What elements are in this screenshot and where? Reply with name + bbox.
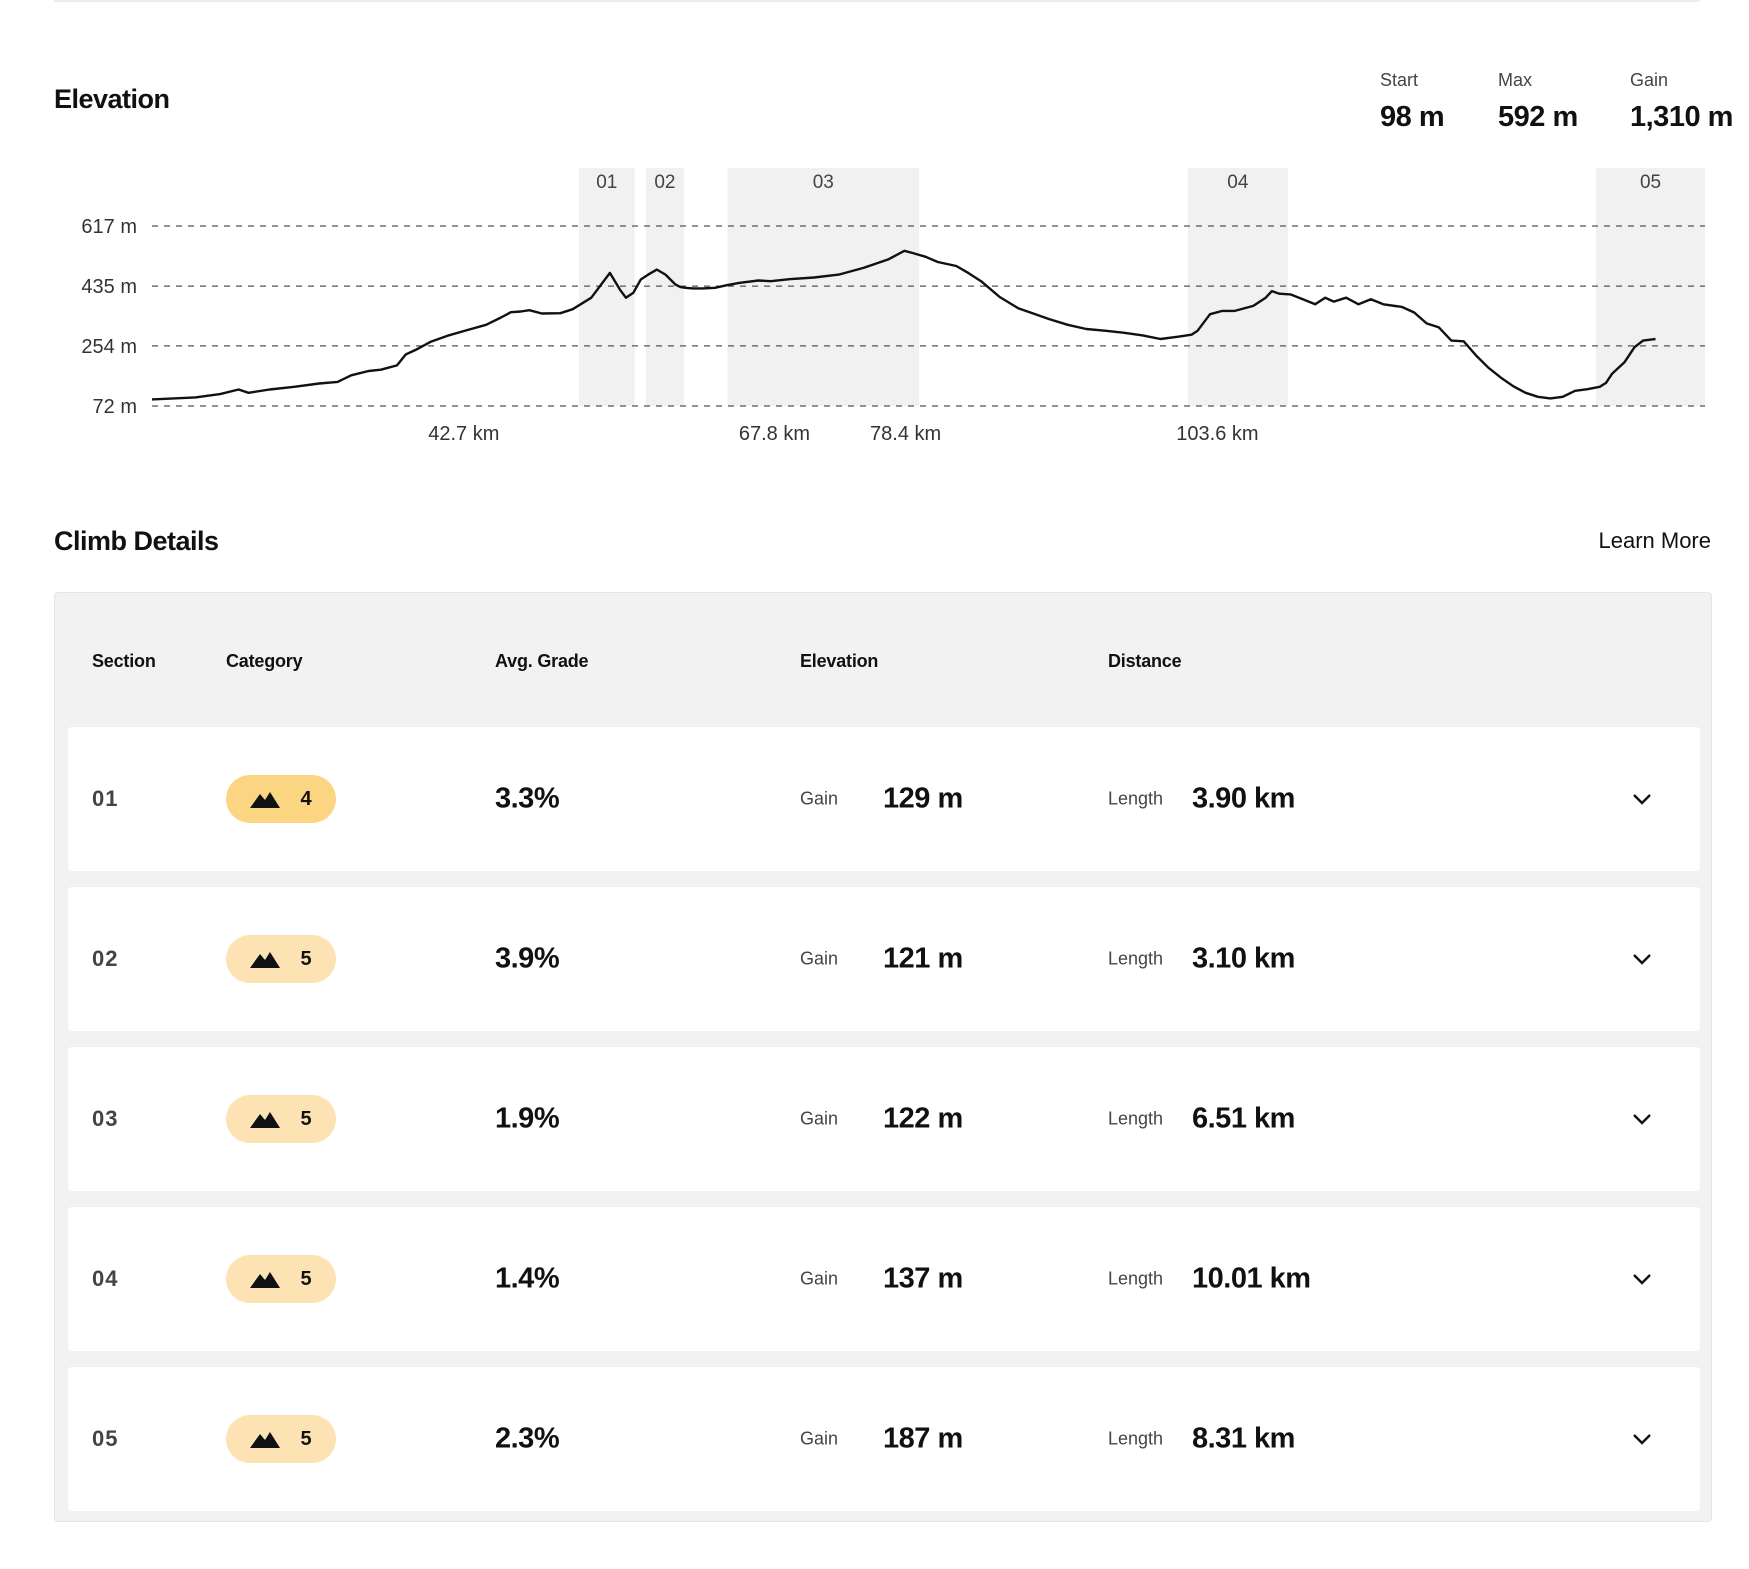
section-number: 01 (92, 786, 119, 811)
length-label: Length (1108, 1108, 1164, 1129)
header-category: Category (226, 651, 303, 671)
stat-start-value: 98 m (1380, 101, 1445, 133)
header-distance: Distance (1108, 651, 1182, 671)
elevation-title: Elevation (54, 84, 170, 114)
category-value: 5 (300, 1427, 312, 1450)
avg-grade-value: 3.3% (495, 782, 560, 815)
category-badge: 5 (226, 1095, 336, 1143)
section-number: 04 (92, 1266, 119, 1291)
stat-start-label: Start (1380, 70, 1419, 90)
category-value: 5 (300, 1267, 312, 1290)
section-number: 05 (92, 1426, 119, 1451)
climb-section-label: 02 (654, 172, 675, 193)
mountain-icon (250, 952, 281, 968)
avg-grade-value: 3.9% (495, 942, 560, 975)
gain-value: 122 m (883, 1102, 963, 1135)
category-badge: 4 (226, 775, 336, 823)
climb-row[interactable]: 01 4 3.3% Gain 129 m Length 3.90 km (68, 727, 1700, 871)
length-value: 8.31 km (1192, 1422, 1295, 1455)
learn-more-link[interactable]: Learn More (1598, 528, 1711, 554)
y-tick-label: 617 m (81, 216, 137, 238)
mountain-icon (250, 1272, 281, 1288)
length-value: 10.01 km (1192, 1262, 1311, 1295)
gain-label: Gain (800, 1428, 839, 1449)
y-tick-label: 435 m (81, 276, 137, 298)
length-value: 6.51 km (1192, 1102, 1295, 1135)
section-number: 03 (92, 1106, 119, 1131)
chevron-down-icon[interactable] (1628, 1425, 1656, 1453)
gain-label: Gain (800, 788, 839, 809)
gain-value: 187 m (883, 1422, 963, 1455)
gain-label: Gain (800, 1108, 839, 1129)
length-label: Length (1108, 948, 1164, 969)
climb-details-title: Climb Details (54, 526, 219, 556)
gain-value: 137 m (883, 1262, 963, 1295)
climb-section-band[interactable] (578, 168, 635, 406)
section-number: 02 (92, 946, 119, 971)
chevron-down-icon[interactable] (1628, 1105, 1656, 1133)
climb-row[interactable]: 02 5 3.9% Gain 121 m Length 3.10 km (68, 887, 1700, 1031)
top-divider (54, 0, 1700, 2)
climb-section-band[interactable] (727, 168, 920, 406)
category-badge: 5 (226, 1255, 336, 1303)
chevron-down-icon[interactable] (1628, 785, 1656, 813)
chevron-down-icon[interactable] (1628, 945, 1656, 973)
category-value: 5 (300, 1107, 312, 1130)
mountain-icon (250, 1112, 281, 1128)
climb-table: Section Category Avg. Grade Elevation Di… (54, 592, 1712, 1522)
avg-grade-value: 2.3% (495, 1422, 560, 1455)
y-tick-label: 254 m (81, 336, 137, 358)
avg-grade-value: 1.4% (495, 1262, 560, 1295)
category-badge: 5 (226, 1415, 336, 1463)
gain-label: Gain (800, 948, 839, 969)
category-badge: 5 (226, 935, 336, 983)
x-tick-label: 42.7 km (428, 423, 499, 445)
category-value: 4 (300, 787, 312, 810)
climb-section-label: 04 (1227, 172, 1249, 193)
climb-section-label: 03 (813, 172, 834, 193)
length-label: Length (1108, 1268, 1164, 1289)
length-value: 3.90 km (1192, 782, 1295, 815)
category-value: 5 (300, 947, 312, 970)
stat-gain-value: 1,310 m (1630, 101, 1733, 133)
length-label: Length (1108, 1428, 1164, 1449)
mountain-icon (250, 1432, 281, 1448)
avg-grade-value: 1.9% (495, 1102, 560, 1135)
climb-section-label: 01 (596, 172, 617, 193)
mountain-icon (250, 792, 281, 808)
climb-row[interactable]: 03 5 1.9% Gain 122 m Length 6.51 km (68, 1047, 1700, 1191)
stat-start: Start 98 m (1380, 70, 1445, 134)
header-avg-grade: Avg. Grade (495, 651, 589, 671)
x-tick-label: 103.6 km (1176, 423, 1258, 445)
x-tick-label: 78.4 km (870, 423, 941, 445)
length-label: Length (1108, 788, 1164, 809)
gain-value: 121 m (883, 942, 963, 975)
climb-row[interactable]: 05 5 2.3% Gain 187 m Length 8.31 km (68, 1367, 1700, 1511)
header-elevation: Elevation (800, 651, 879, 671)
stat-max: Max 592 m (1498, 70, 1578, 134)
stat-max-label: Max (1498, 70, 1533, 90)
chevron-down-icon[interactable] (1628, 1265, 1656, 1293)
climb-section-band[interactable] (1187, 168, 1288, 406)
gain-label: Gain (800, 1268, 839, 1289)
x-tick-label: 67.8 km (739, 423, 810, 445)
climb-section-band[interactable] (1596, 168, 1705, 406)
stat-gain: Gain 1,310 m (1630, 70, 1733, 134)
climb-row[interactable]: 04 5 1.4% Gain 137 m Length 10.01 km (68, 1207, 1700, 1351)
elevation-chart[interactable]: 01 02 03 04 05 617 m 435 m 254 m 72 m 42.7 km 67… (0, 150, 1749, 470)
stat-gain-label: Gain (1630, 70, 1669, 90)
length-value: 3.10 km (1192, 942, 1295, 975)
stat-max-value: 592 m (1498, 101, 1578, 133)
header-section: Section (92, 651, 156, 671)
climb-table-header: Section Category Avg. Grade Elevation Di… (55, 651, 1711, 679)
gain-value: 129 m (883, 782, 963, 815)
climb-section-label: 05 (1640, 172, 1661, 193)
y-tick-label: 72 m (93, 396, 137, 418)
